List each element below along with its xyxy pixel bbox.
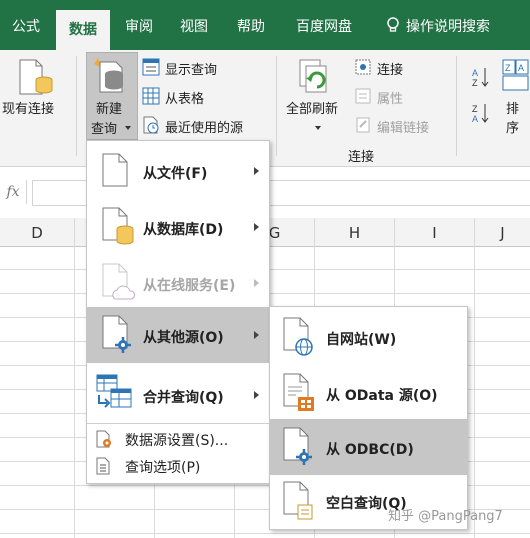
menu-item-label: 从 OData 源(O): [326, 388, 438, 404]
menu-item-label: 从其他源(O): [143, 330, 224, 346]
refresh-all-icon: [299, 59, 327, 93]
menu-item-from-other-sources[interactable]: 从其他源(O): [87, 307, 269, 363]
menu-item-label: 从在线服务(E): [143, 278, 236, 294]
menu-item-combine-queries[interactable]: 合并查询(Q): [87, 365, 269, 421]
from-table-button[interactable]: 从表格: [165, 88, 204, 107]
existing-connections-icon: [19, 59, 53, 95]
menu-item-data-source-settings[interactable]: 数据源设置(S)...: [87, 427, 269, 451]
edit-links-icon: [356, 117, 370, 133]
tab-formulas[interactable]: 公式: [0, 0, 52, 50]
menu-separator: [87, 423, 269, 424]
new-query-label-line2: 查询: [91, 122, 118, 137]
sort-button[interactable]: 排序: [506, 98, 530, 136]
ribbon-divider: [276, 56, 277, 156]
recent-sources-button[interactable]: 最近使用的源: [165, 117, 243, 136]
fx-icon[interactable]: fx: [0, 180, 27, 204]
file-icon: [102, 153, 128, 187]
blank-query-icon: [283, 481, 313, 520]
svg-text:Z: Z: [472, 104, 478, 114]
connections-group-label: 连接: [348, 150, 375, 165]
properties-icon: [355, 88, 371, 104]
other-sources-submenu: 自网站(W) 从 OData 源(O) 从 ODBC(D) 空白查询(Q): [269, 306, 468, 530]
svg-text:Z: Z: [505, 63, 511, 73]
menu-item-label: 从文件(F): [143, 166, 208, 182]
chevron-down-icon: [315, 126, 321, 130]
ribbon-divider: [76, 56, 77, 156]
sort-az-icon[interactable]: A Z Z A: [470, 64, 490, 126]
recent-sources-icon: [143, 116, 159, 134]
menu-item-label: 自网站(W): [326, 332, 397, 348]
properties-button[interactable]: 属性: [377, 88, 403, 107]
menu-item-from-odbc[interactable]: 从 ODBC(D): [270, 419, 467, 475]
svg-text:A: A: [518, 63, 524, 73]
menu-item-query-options[interactable]: 查询选项(P): [87, 454, 269, 478]
cloud-icon: [102, 263, 135, 300]
new-query-icon: [94, 58, 123, 93]
submenu-arrow-icon: [254, 391, 259, 399]
query-options-icon: [96, 457, 110, 475]
show-queries-button[interactable]: 显示查询: [165, 59, 217, 78]
tell-me-search[interactable]: 操作说明搜索: [406, 0, 526, 50]
menu-item-label: 从数据库(D): [143, 222, 224, 238]
menu-item-from-file[interactable]: 从文件(F): [87, 143, 269, 199]
svg-text:A: A: [472, 68, 478, 78]
edit-links-button[interactable]: 编辑链接: [377, 117, 429, 136]
chevron-down-icon: [125, 126, 131, 130]
tab-baidu-netdisk[interactable]: 百度网盘: [284, 0, 364, 50]
lightbulb-icon: [387, 17, 399, 32]
sort-icon: Z A: [502, 59, 529, 91]
ribbon-tab-bar: 公式 数据 审阅 视图 帮助 百度网盘 操作说明搜索: [0, 0, 530, 50]
web-globe-icon: [283, 317, 313, 356]
column-header-i[interactable]: I: [395, 218, 475, 247]
odbc-icon: [283, 427, 312, 465]
data-source-settings-icon: [96, 430, 111, 448]
submenu-arrow-icon: [254, 223, 259, 231]
new-query-label-line1: 新建: [96, 102, 123, 117]
watermark: 知乎 @PangPang7: [388, 509, 503, 524]
menu-item-from-odata-feed[interactable]: 从 OData 源(O): [270, 365, 467, 421]
menu-item-label: 合并查询(Q): [143, 390, 224, 406]
combine-queries-icon: [96, 374, 132, 408]
database-icon: [102, 207, 134, 245]
submenu-arrow-icon: [254, 279, 259, 287]
refresh-all-button[interactable]: 全部刷新: [286, 98, 338, 117]
odata-icon: [283, 373, 314, 411]
menu-item-from-database[interactable]: 从数据库(D): [87, 199, 269, 255]
tab-help[interactable]: 帮助: [224, 0, 278, 50]
show-queries-icon: [142, 58, 160, 76]
submenu-arrow-icon: [254, 167, 259, 175]
column-header-j[interactable]: J: [475, 218, 530, 247]
menu-item-label: 数据源设置(S)...: [125, 433, 229, 449]
svg-text:Z: Z: [472, 78, 478, 88]
svg-text:A: A: [472, 114, 478, 124]
column-header-h[interactable]: H: [315, 218, 395, 247]
tab-view[interactable]: 视图: [168, 0, 220, 50]
menu-item-label: 从 ODBC(D): [326, 442, 414, 458]
tab-review[interactable]: 审阅: [114, 0, 164, 50]
existing-connections-label: 现有连接: [2, 102, 55, 117]
tab-data[interactable]: 数据: [56, 10, 110, 50]
submenu-arrow-icon: [254, 331, 259, 339]
menu-item-from-online-services[interactable]: 从在线服务(E): [87, 255, 269, 311]
other-sources-icon: [102, 315, 131, 353]
menu-item-label: 查询选项(P): [125, 460, 201, 476]
menu-item-from-web[interactable]: 自网站(W): [270, 309, 467, 365]
connections-button[interactable]: 连接: [377, 59, 403, 78]
column-header-d[interactable]: D: [0, 218, 75, 247]
connections-icon: [355, 59, 371, 75]
ribbon-divider: [456, 56, 457, 156]
new-query-menu: 从文件(F) 从数据库(D) 从在线服务(E) 从其他源(O) 合并查询(Q) …: [86, 140, 270, 484]
from-table-icon: [142, 87, 160, 105]
